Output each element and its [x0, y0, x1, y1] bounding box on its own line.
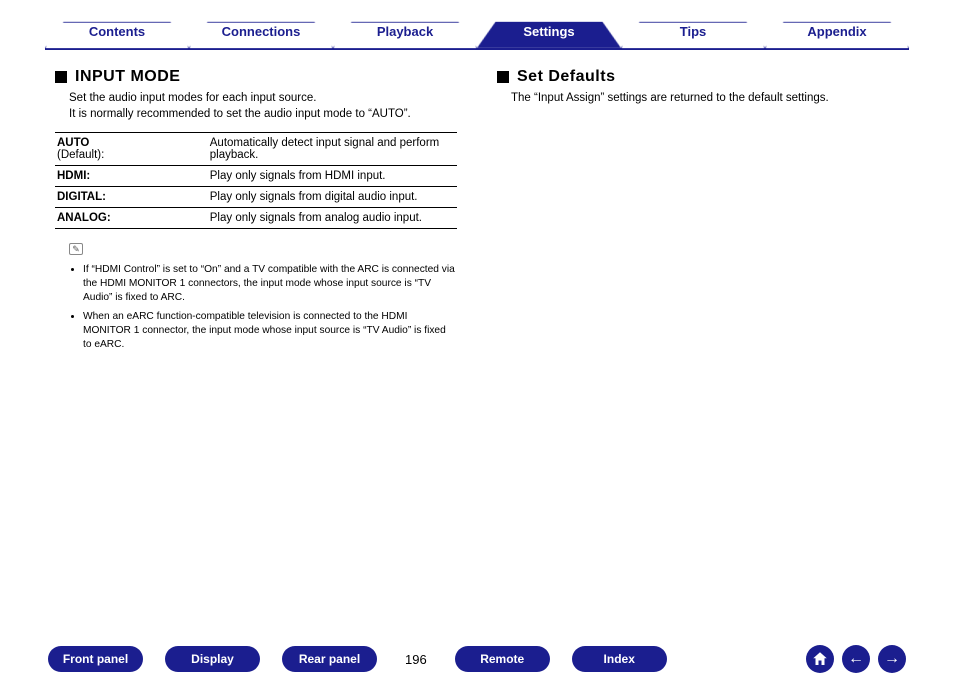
home-icon[interactable]	[806, 645, 834, 673]
section-lead: The “Input Assign” settings are returned…	[511, 90, 899, 106]
table-row: AUTO(Default): Automatically detect inpu…	[55, 133, 457, 166]
bottom-nav: Front panel Display Rear panel 196 Remot…	[0, 645, 954, 673]
tab-settings[interactable]: Settings	[477, 18, 621, 48]
note-box: ✎ If “HDMI Control” is set to “On” and a…	[69, 243, 457, 352]
tab-appendix[interactable]: Appendix	[765, 18, 909, 48]
button-display[interactable]: Display	[165, 646, 260, 672]
note-icon: ✎	[69, 243, 83, 255]
top-nav: Contents Connections Playback Settings T…	[45, 18, 909, 50]
right-column: Set Defaults The “Input Assign” settings…	[497, 68, 899, 358]
bullet-square-icon	[497, 71, 509, 83]
section-lead: Set the audio input modes for each input…	[69, 90, 457, 122]
button-remote[interactable]: Remote	[455, 646, 550, 672]
note-item: If “HDMI Control” is set to “On” and a T…	[83, 263, 457, 304]
options-table: AUTO(Default): Automatically detect inpu…	[55, 132, 457, 229]
nav-icon-group: ← →	[806, 645, 906, 673]
bullet-square-icon	[55, 71, 67, 83]
left-column: INPUT MODE Set the audio input modes for…	[55, 68, 457, 358]
next-page-icon[interactable]: →	[878, 645, 906, 673]
button-front-panel[interactable]: Front panel	[48, 646, 143, 672]
table-row: ANALOG: Play only signals from analog au…	[55, 208, 457, 229]
button-rear-panel[interactable]: Rear panel	[282, 646, 377, 672]
tab-contents[interactable]: Contents	[45, 18, 189, 48]
section-heading-input-mode: INPUT MODE	[55, 68, 457, 86]
note-item: When an eARC function-compatible televis…	[83, 310, 457, 351]
tab-tips[interactable]: Tips	[621, 18, 765, 48]
tab-playback[interactable]: Playback	[333, 18, 477, 48]
page-body: INPUT MODE Set the audio input modes for…	[55, 68, 899, 358]
tab-connections[interactable]: Connections	[189, 18, 333, 48]
prev-page-icon[interactable]: ←	[842, 645, 870, 673]
page-number: 196	[399, 652, 433, 667]
table-row: HDMI: Play only signals from HDMI input.	[55, 166, 457, 187]
section-heading-set-defaults: Set Defaults	[497, 68, 899, 86]
table-row: DIGITAL: Play only signals from digital …	[55, 187, 457, 208]
button-index[interactable]: Index	[572, 646, 667, 672]
